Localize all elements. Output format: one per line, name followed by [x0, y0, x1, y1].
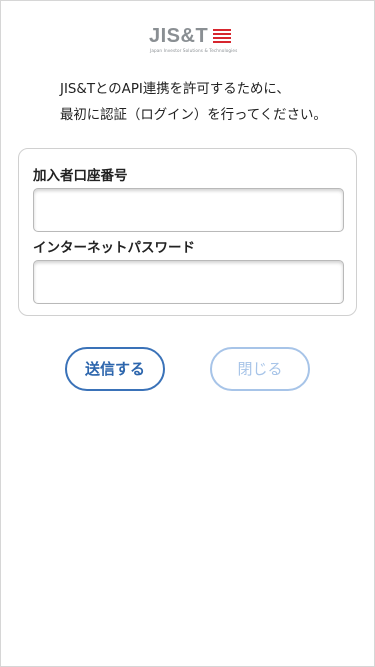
close-button[interactable]: 閉じる — [210, 347, 310, 391]
internet-password-label: インターネットパスワード — [33, 240, 195, 256]
internet-password-input[interactable] — [33, 260, 344, 304]
app-frame: JIS&T Japan Investor Solutions & Technol… — [0, 0, 375, 667]
login-card: 加入者口座番号 インターネットパスワード — [18, 148, 357, 316]
account-number-label: 加入者口座番号 — [33, 168, 128, 184]
jist-logo: JIS&T Japan Investor Solutions & Technol… — [149, 25, 237, 55]
logo-tagline: Japan Investor Solutions & Technologies — [150, 48, 238, 53]
intro-message: JIS&TとのAPI連携を許可するために、 最初に認証（ログイン）を行ってくださ… — [60, 77, 360, 129]
intro-line-1: JIS&TとのAPI連携を許可するために、 — [60, 82, 290, 97]
account-number-input[interactable] — [33, 188, 344, 232]
logo-wordmark: JIS&T — [149, 25, 209, 47]
intro-line-2: 最初に認証（ログイン）を行ってください。 — [60, 108, 327, 123]
logo-stripes-icon — [213, 29, 231, 45]
submit-button[interactable]: 送信する — [65, 347, 165, 391]
